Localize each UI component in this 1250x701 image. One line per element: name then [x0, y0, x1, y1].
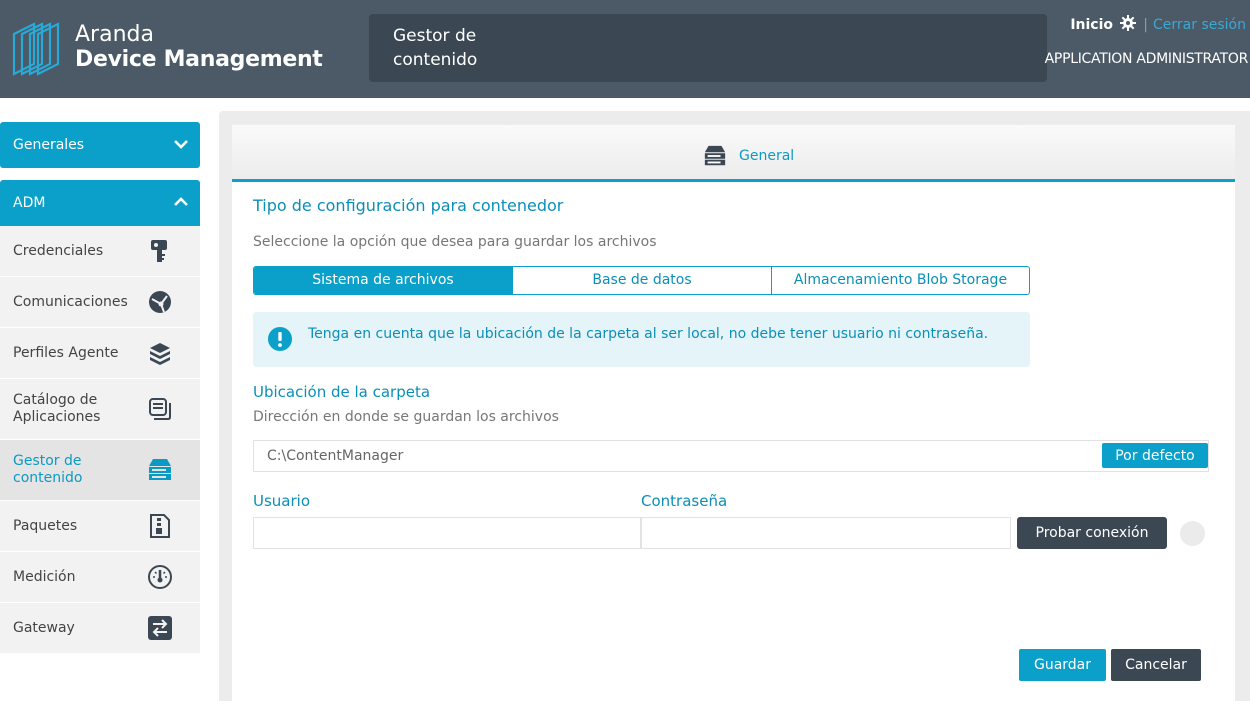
user-menu: Inicio | Cerrar sesión	[1070, 14, 1246, 33]
sidebar-section-label: ADM	[13, 195, 46, 211]
sidebar-item-label: Comunicaciones	[13, 293, 128, 310]
sidebar-item-paquetes[interactable]: Paquetes	[0, 501, 200, 552]
gear-icon[interactable]	[1120, 15, 1137, 31]
folder-label: Ubicación de la carpeta	[253, 383, 431, 401]
sidebar-item-gestor-contenido[interactable]: Gestor de contenido	[0, 440, 200, 501]
tab-general[interactable]: General	[703, 144, 794, 168]
exclamation-icon	[268, 327, 292, 351]
tab-bar: General	[232, 125, 1235, 182]
sidebar-item-label: Medición	[13, 568, 76, 585]
logout-link[interactable]: Cerrar sesión	[1153, 17, 1246, 33]
config-panel: General Tipo de configuración para conte…	[232, 125, 1235, 701]
info-message: Tenga en cuenta que la ubicación de la c…	[308, 326, 989, 342]
sidebar: Generales ADM Credenciales Comunicacione…	[0, 122, 200, 654]
chevron-up-icon	[174, 197, 188, 206]
agent-profiles-icon	[150, 343, 170, 365]
tab-label: General	[739, 148, 795, 164]
user-label: Usuario	[253, 492, 311, 510]
option-blob-storage[interactable]: Almacenamiento Blob Storage	[771, 267, 1029, 294]
communications-icon	[149, 291, 171, 313]
sidebar-item-label: Perfiles Agente	[13, 344, 119, 361]
cancel-button[interactable]: Cancelar	[1111, 649, 1201, 681]
app-catalog-icon	[149, 398, 171, 420]
sidebar-item-comunicaciones[interactable]: Comunicaciones	[0, 277, 200, 328]
sidebar-section-generales[interactable]: Generales	[0, 122, 200, 168]
sidebar-item-label: Paquetes	[13, 517, 78, 534]
aranda-logo-icon	[12, 22, 60, 76]
content-manager-icon	[149, 459, 171, 480]
sidebar-item-medicion[interactable]: Medición	[0, 552, 200, 603]
sidebar-item-catalogo-aplicaciones[interactable]: Catálogo de Aplicaciones	[0, 379, 200, 440]
section-subtitle: Seleccione la opción que desea para guar…	[253, 234, 657, 250]
sidebar-item-credenciales[interactable]: Credenciales	[0, 226, 200, 277]
brand-line1: Aranda	[75, 22, 154, 47]
user-role: APPLICATION ADMINISTRATOR	[1044, 51, 1249, 67]
content-manager-icon	[704, 145, 726, 166]
sidebar-section-adm[interactable]: ADM	[0, 180, 200, 226]
app-header: Aranda Device Management Gestor de conte…	[0, 0, 1250, 98]
sidebar-item-label: Gateway	[13, 619, 75, 636]
folder-path-input[interactable]	[253, 440, 1209, 472]
user-input[interactable]	[253, 517, 641, 549]
option-base-datos[interactable]: Base de datos	[512, 267, 771, 294]
save-button[interactable]: Guardar	[1019, 649, 1106, 681]
key-icon	[151, 240, 167, 262]
test-connection-button[interactable]: Probar conexión	[1017, 517, 1167, 549]
gauge-icon	[148, 565, 172, 589]
module-title: Gestor de contenido	[393, 26, 478, 70]
home-link[interactable]: Inicio	[1070, 17, 1113, 33]
brand-name: Aranda Device Management	[75, 22, 323, 72]
separator: |	[1143, 17, 1148, 33]
sidebar-item-perfiles-agente[interactable]: Perfiles Agente	[0, 328, 200, 379]
storage-type-selector: Sistema de archivos Base de datos Almace…	[253, 266, 1030, 295]
brand-line2: Device Management	[75, 47, 323, 72]
sidebar-section-label: Generales	[13, 137, 85, 153]
sidebar-item-label: Catálogo de Aplicaciones	[13, 392, 101, 425]
module-title-box: Gestor de contenido	[369, 14, 1047, 82]
sidebar-item-label: Credenciales	[13, 242, 104, 259]
password-label: Contraseña	[641, 492, 728, 510]
sidebar-item-gateway[interactable]: Gateway	[0, 603, 200, 654]
option-sistema-archivos[interactable]: Sistema de archivos	[254, 267, 512, 294]
folder-help: Dirección en donde se guardan los archiv…	[253, 409, 559, 425]
gateway-icon	[148, 616, 172, 640]
chevron-down-icon	[174, 140, 188, 149]
connection-status-indicator	[1180, 521, 1205, 546]
sidebar-item-label: Gestor de contenido	[13, 453, 83, 486]
password-input[interactable]	[641, 517, 1011, 549]
packages-icon	[150, 514, 170, 538]
info-alert: Tenga en cuenta que la ubicación de la c…	[253, 312, 1030, 367]
section-title: Tipo de configuración para contenedor	[253, 196, 564, 215]
default-button[interactable]: Por defecto	[1102, 443, 1208, 468]
